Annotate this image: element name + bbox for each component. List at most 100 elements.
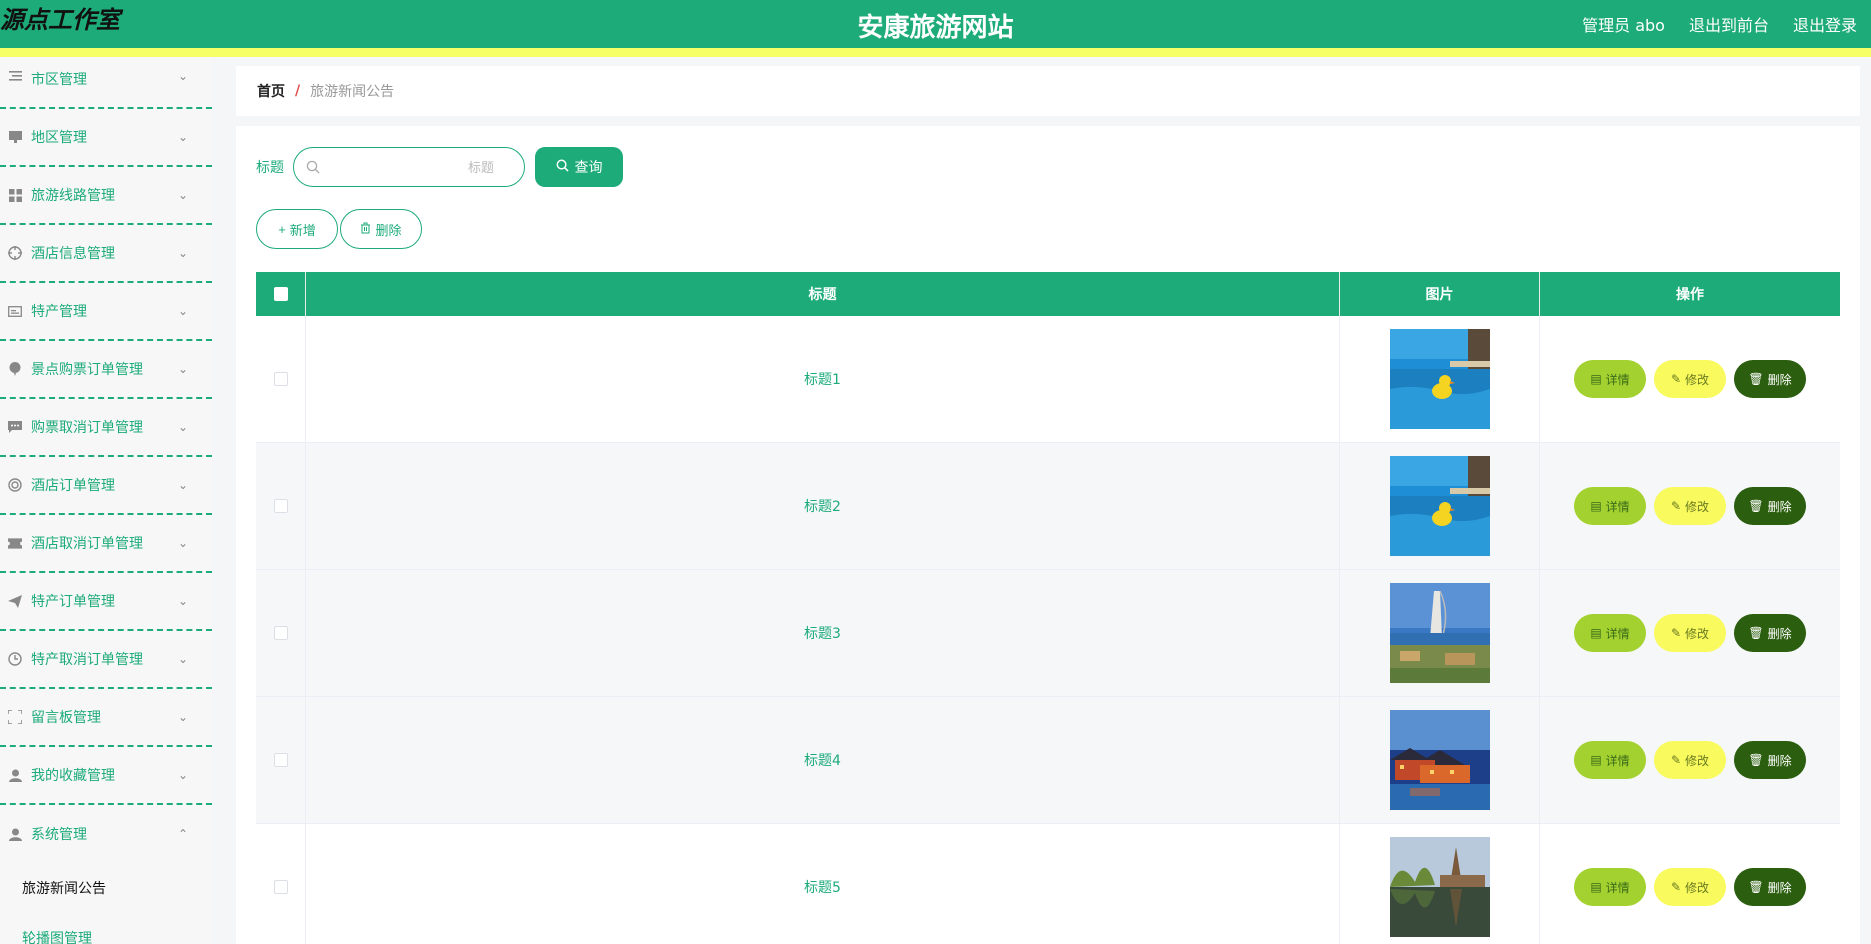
pool-duck-thumbnail[interactable] [1389,329,1490,429]
data-table: 标题 图片 操作 标题1 ▤ 详情 ✎ 修改 🗑 删除 标题2 ▤ 详情 ✎ 修… [256,272,1840,944]
row-check-cell [256,697,306,823]
detail-button[interactable]: ▤ 详情 [1574,868,1646,906]
trash-icon [360,222,371,237]
select-all-checkbox[interactable] [273,287,288,301]
table-row: 标题2 ▤ 详情 ✎ 修改 🗑 删除 [256,443,1840,570]
pencil-icon: ✎ [1670,880,1682,894]
lake-temple-thumbnail[interactable] [1389,837,1490,937]
row-checkbox[interactable] [273,880,288,894]
chevron-down-icon: ⌄ [177,188,188,202]
sidebar-subitem-carousel[interactable]: 轮播图管理 [0,913,212,944]
row-checkbox[interactable] [273,626,288,640]
row-title: 标题1 [804,372,841,388]
sidebar-item-region[interactable]: 地区管理 ⌄ [0,109,212,167]
sidebar-item-specialty-order[interactable]: 特产订单管理 ⌄ [0,573,212,631]
search-icon [556,159,569,175]
row-image-cell [1340,697,1540,823]
edit-button[interactable]: ✎ 修改 [1654,614,1726,652]
sidebar-item-ticket-cancel[interactable]: 购票取消订单管理 ⌄ [0,399,212,457]
sidebar-item-label: 特产管理 [31,304,87,320]
target-icon [8,246,22,260]
delete-label: 删除 [1767,880,1792,895]
sidebar-item-specialty-cancel[interactable]: 特产取消订单管理 ⌄ [0,631,212,689]
burj-resort-thumbnail[interactable] [1389,583,1490,683]
search-input[interactable] [324,156,514,178]
row-image-cell [1340,316,1540,442]
row-check-cell [256,824,306,944]
detail-button[interactable]: ▤ 详情 [1574,741,1646,779]
sidebar-item-label: 酒店信息管理 [31,246,115,262]
row-title-cell: 标题2 [306,443,1340,569]
delete-button[interactable]: 🗑 删除 [1734,487,1806,525]
sidebar-item-city[interactable]: 市区管理 ⌄ [0,57,212,109]
breadcrumb-home[interactable]: 首页 [257,81,285,101]
chevron-down-icon: ⌄ [177,478,188,492]
chevron-up-icon: ⌃ [177,827,188,841]
breadcrumb-separator: / [295,83,301,99]
grid-icon [8,188,22,202]
sidebar-item-specialty[interactable]: 特产管理 ⌄ [0,283,212,341]
sidebar-item-message-board[interactable]: 留言板管理 ⌄ [0,689,212,747]
row-check-cell [256,570,306,696]
row-title-cell: 标题5 [306,824,1340,944]
row-checkbox[interactable] [273,372,288,386]
balloon-icon [8,362,22,376]
sidebar-item-ticket-order[interactable]: 景点购票订单管理 ⌄ [0,341,212,399]
chevron-down-icon: ⌄ [177,652,188,666]
delete-button[interactable]: 🗑 删除 [1734,614,1806,652]
delete-button[interactable]: 🗑 删除 [1734,868,1806,906]
monitor-icon [8,130,22,144]
sidebar-item-label: 景点购票订单管理 [31,362,143,378]
to-front-link[interactable]: 退出到前台 [1689,12,1769,36]
sidebar-item-label: 留言板管理 [31,710,101,726]
chevron-down-icon: ⌄ [177,304,188,318]
row-ops-cell: ▤ 详情 ✎ 修改 🗑 删除 [1540,443,1840,569]
action-bar: + 新增 删除 [256,209,422,249]
edit-button[interactable]: ✎ 修改 [1654,360,1726,398]
edit-label: 修改 [1685,880,1710,895]
search-label: 标题 [256,160,284,176]
add-button[interactable]: + 新增 [256,209,338,249]
ticket-icon [8,536,22,550]
edit-button[interactable]: ✎ 修改 [1654,487,1726,525]
user-label[interactable]: 管理员 abo [1582,12,1665,36]
row-checkbox[interactable] [273,753,288,767]
batch-delete-button[interactable]: 删除 [340,209,422,249]
chevron-down-icon: ⌄ [177,246,188,260]
detail-button[interactable]: ▤ 详情 [1574,487,1646,525]
logout-link[interactable]: 退出登录 [1793,12,1857,36]
delete-button[interactable]: 🗑 删除 [1734,360,1806,398]
sidebar-item-label: 我的收藏管理 [31,768,115,784]
chevron-down-icon: ⌄ [177,710,188,724]
delete-button[interactable]: 🗑 删除 [1734,741,1806,779]
detail-label: 详情 [1605,753,1630,768]
table-row: 标题1 ▤ 详情 ✎ 修改 🗑 删除 [256,316,1840,443]
doc-icon: ▤ [1590,753,1602,767]
sidebar-item-hotel-cancel[interactable]: 酒店取消订单管理 ⌄ [0,515,212,573]
row-image-cell [1340,570,1540,696]
row-checkbox[interactable] [273,499,288,513]
chevron-down-icon: ⌄ [177,362,188,376]
detail-button[interactable]: ▤ 详情 [1574,614,1646,652]
sidebar-item-hotel-order[interactable]: 酒店订单管理 ⌄ [0,457,212,515]
night-village-thumbnail[interactable] [1389,710,1490,810]
row-title-cell: 标题4 [306,697,1340,823]
edit-button[interactable]: ✎ 修改 [1654,741,1726,779]
row-ops-cell: ▤ 详情 ✎ 修改 🗑 删除 [1540,570,1840,696]
pool-duck-thumbnail[interactable] [1389,456,1490,556]
sidebar-item-route[interactable]: 旅游线路管理 ⌄ [0,167,212,225]
sidebar-item-system[interactable]: 系统管理 ⌃ [0,805,212,863]
user-icon [8,827,22,841]
trash-icon: 🗑 [1748,753,1764,767]
doc-icon: ▤ [1590,372,1602,386]
query-button[interactable]: 查询 [535,147,623,187]
detail-button[interactable]: ▤ 详情 [1574,360,1646,398]
sidebar-item-favorites[interactable]: 我的收藏管理 ⌄ [0,747,212,805]
sidebar-subitem-news[interactable]: 旅游新闻公告 [0,863,212,913]
edit-button[interactable]: ✎ 修改 [1654,868,1726,906]
sidebar-item-label: 旅游线路管理 [31,188,115,204]
sidebar-item-hotel-info[interactable]: 酒店信息管理 ⌄ [0,225,212,283]
card-icon [8,304,22,318]
plus-icon: + [278,221,286,237]
trash-icon: 🗑 [1748,499,1764,513]
